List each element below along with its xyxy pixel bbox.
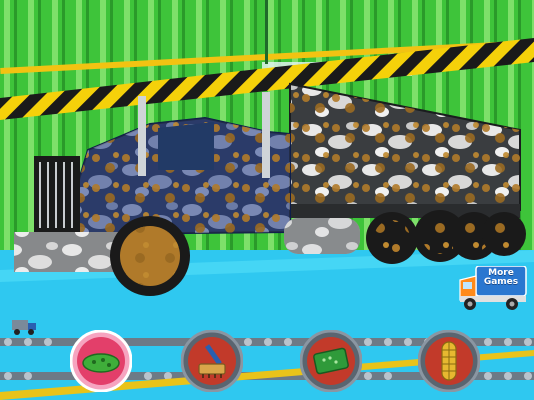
corncob-brush-icon (418, 330, 480, 392)
front-wheel (110, 216, 190, 296)
more-games-line2: Games (483, 277, 519, 287)
tool-brush-button[interactable] (181, 330, 243, 392)
cab-window (158, 122, 214, 170)
more-games-label: More Games (481, 269, 521, 287)
tool-sponge-button[interactable] (70, 330, 132, 392)
green-soap-bar-icon (300, 330, 362, 392)
rear-wheels (366, 210, 526, 264)
green-sponge-icon (70, 330, 132, 392)
tool-soap-button[interactable] (300, 330, 362, 392)
scrub-brush-icon (181, 330, 243, 392)
tool-corncob-button[interactable] (418, 330, 480, 392)
more-games-button[interactable]: More Games (456, 265, 528, 312)
game-scene: More Games (0, 0, 534, 400)
